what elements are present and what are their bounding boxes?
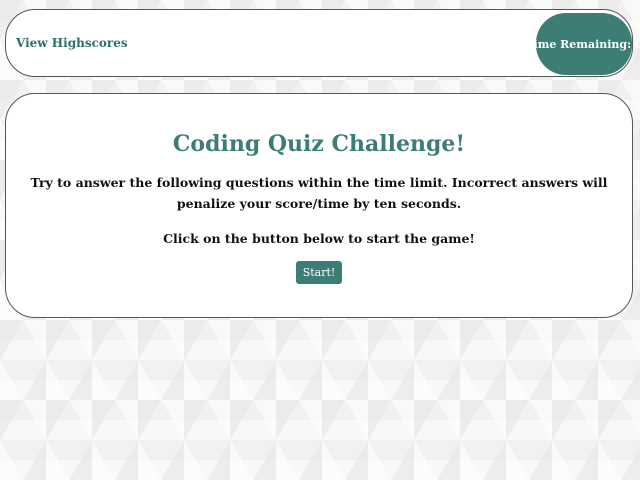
timer-value: 0 — [635, 37, 640, 51]
quiz-title: Coding Quiz Challenge! — [172, 131, 466, 157]
start-instruction: Click on the button below to start the g… — [163, 231, 475, 246]
view-highscores-link[interactable]: View Highscores — [16, 36, 128, 50]
time-remaining-badge: Time Remaining: 0 — [525, 13, 640, 75]
quiz-description: Try to answer the following questions wi… — [30, 175, 608, 211]
timer-label: Time Remaining: — [525, 37, 632, 51]
quiz-intro-card: Coding Quiz Challenge! Try to answer the… — [5, 93, 633, 318]
header-bar: View Highscores Time Remaining: 0 — [5, 9, 640, 77]
start-button[interactable]: Start! — [295, 261, 343, 284]
